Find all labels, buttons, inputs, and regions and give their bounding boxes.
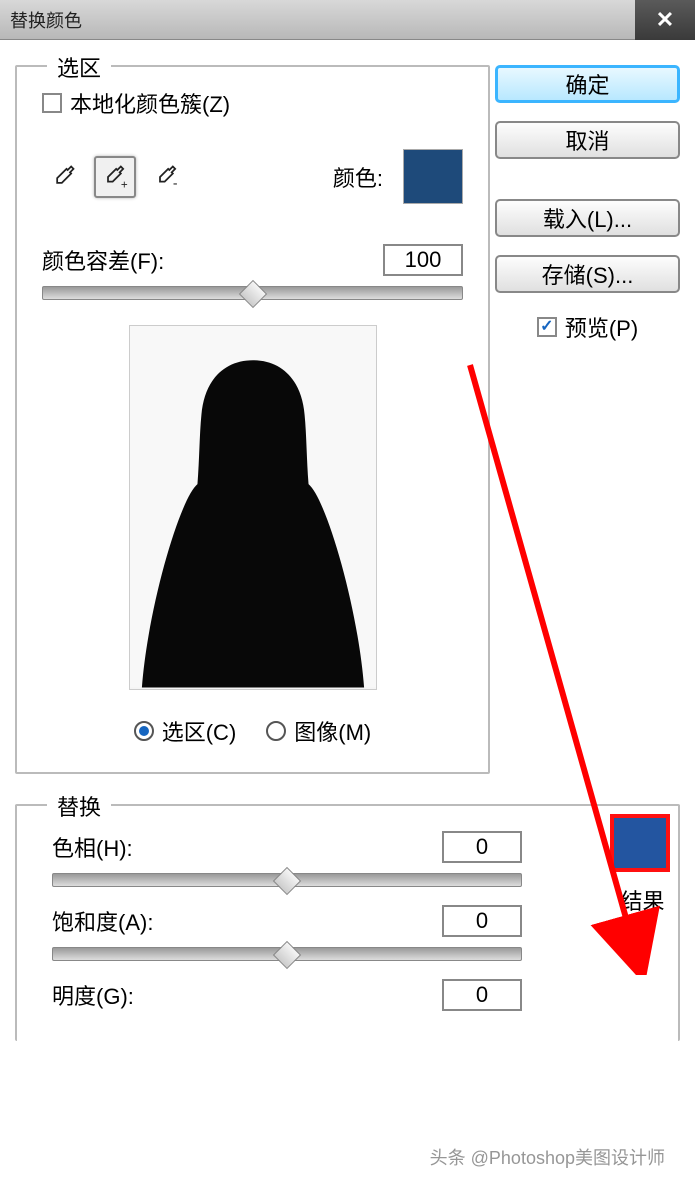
- titlebar: 替换颜色 ✕: [0, 0, 695, 40]
- lightness-input[interactable]: [442, 979, 522, 1011]
- localize-label: 本地化颜色簇(Z): [70, 87, 230, 119]
- radio-image[interactable]: 图像(M): [266, 715, 371, 747]
- load-button[interactable]: 载入(L)...: [495, 199, 680, 237]
- svg-text:-: -: [173, 174, 178, 190]
- eyedropper-plus-button[interactable]: +: [94, 156, 136, 198]
- color-label: 颜色:: [333, 161, 383, 193]
- radio-selection[interactable]: 选区(C): [134, 715, 237, 747]
- eyedropper-button[interactable]: [42, 156, 84, 198]
- hue-label: 色相(H):: [52, 831, 133, 863]
- result-label: 结果: [610, 884, 675, 916]
- radio-image-label: 图像(M): [294, 715, 371, 747]
- result-swatch[interactable]: [610, 814, 670, 872]
- cancel-button[interactable]: 取消: [495, 121, 680, 159]
- saturation-input[interactable]: [442, 905, 522, 937]
- fuzziness-input[interactable]: [383, 244, 463, 276]
- selection-legend: 选区: [47, 51, 111, 83]
- preview-label: 预览(P): [565, 311, 638, 343]
- radio-image-dot: [266, 721, 286, 741]
- localize-row[interactable]: 本地化颜色簇(Z): [42, 87, 463, 119]
- color-swatch[interactable]: [403, 149, 463, 204]
- hue-slider[interactable]: [52, 873, 522, 887]
- fuzziness-label: 颜色容差(F):: [42, 244, 164, 276]
- selection-preview: [129, 325, 377, 690]
- lightness-label: 明度(G):: [52, 979, 134, 1011]
- eyedropper-minus-button[interactable]: -: [146, 156, 188, 198]
- save-button[interactable]: 存储(S)...: [495, 255, 680, 293]
- hue-input[interactable]: [442, 831, 522, 863]
- radio-selection-label: 选区(C): [162, 715, 237, 747]
- radio-selection-dot: [134, 721, 154, 741]
- saturation-slider[interactable]: [52, 947, 522, 961]
- ok-button[interactable]: 确定: [495, 65, 680, 103]
- close-button[interactable]: ✕: [635, 0, 695, 40]
- selection-fieldset: 选区 本地化颜色簇(Z) + - 颜色: 颜色容差(F: [15, 65, 490, 774]
- dialog-title: 替换颜色: [10, 7, 82, 33]
- replacement-legend: 替换: [47, 790, 111, 822]
- saturation-label: 饱和度(A):: [52, 905, 153, 937]
- preview-checkbox[interactable]: [537, 317, 557, 337]
- replacement-fieldset: 替换 色相(H): 饱和度(A):: [15, 804, 680, 1041]
- svg-text:+: +: [121, 178, 128, 190]
- watermark: 头条 @Photoshop美图设计师: [430, 1144, 665, 1170]
- fuzziness-slider[interactable]: [42, 286, 463, 300]
- localize-checkbox[interactable]: [42, 93, 62, 113]
